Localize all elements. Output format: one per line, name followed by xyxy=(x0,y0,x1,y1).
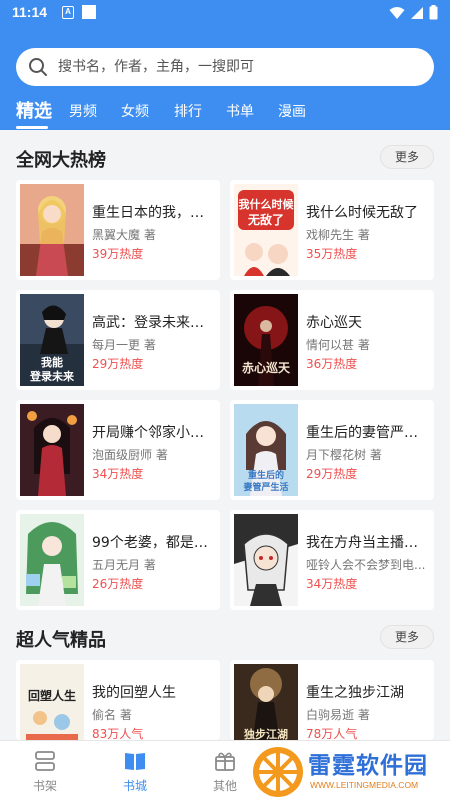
book-cover xyxy=(20,184,84,276)
watermark-url: WWW.LEITINGMEDIA.COM xyxy=(310,780,419,790)
book-title: 赤心巡天 xyxy=(306,315,362,331)
book-title: 我什么时候无敌了 xyxy=(306,205,418,221)
book-title: 重生后的妻管严生... xyxy=(306,425,430,441)
status-bar: 11:14 A xyxy=(0,0,450,26)
book-author: 偷名 著 xyxy=(92,708,132,722)
book-cover: 重生后的 妻管严生活 xyxy=(234,404,298,496)
book-heat: 83万人气 xyxy=(92,727,144,740)
book-author: 泡面级厨师 著 xyxy=(92,448,168,462)
status-time: 11:14 xyxy=(12,4,48,20)
nav-bookshelf[interactable]: 书架 xyxy=(0,741,90,800)
gift-icon xyxy=(215,752,235,771)
tab-male[interactable]: 男频 xyxy=(69,101,97,121)
book-cover: 我什么时候 无敌了 xyxy=(234,184,298,276)
app-notification-icon xyxy=(82,5,96,19)
svg-text:我能: 我能 xyxy=(41,355,63,369)
bookstore-icon xyxy=(125,753,145,770)
nav-bookstore[interactable]: 书城 xyxy=(90,741,180,800)
tab-female[interactable]: 女频 xyxy=(121,101,149,121)
status-icons xyxy=(389,5,438,20)
wifi-icon xyxy=(389,6,405,19)
book-heat: 29万热度 xyxy=(92,357,144,371)
book-cover: 独步江湖 xyxy=(234,664,298,740)
search-bar[interactable] xyxy=(16,48,434,86)
book-card[interactable]: 我什么时候 无敌了 我什么时候无敌了 戏柳先生 著 35万热度 xyxy=(230,180,434,280)
book-author: 情何以甚 著 xyxy=(306,338,370,352)
book-title: 开局赚个邻家小姐... xyxy=(92,425,216,441)
search-input[interactable] xyxy=(58,48,418,86)
more-button-popular[interactable]: 更多 xyxy=(380,625,434,649)
book-card[interactable]: 99个老婆，都是我... 五月无月 著 26万热度 xyxy=(16,510,220,610)
tab-featured[interactable]: 精选 xyxy=(16,97,52,123)
book-author: 哑铃人会不会梦到电... xyxy=(306,558,426,572)
book-cover xyxy=(20,404,84,496)
book-card[interactable]: 开局赚个邻家小姐... 泡面级厨师 著 34万热度 xyxy=(16,400,220,500)
book-title: 重生日本的我，在... xyxy=(92,205,216,221)
book-author: 月下樱花树 著 xyxy=(306,448,382,462)
svg-text:独步江湖: 独步江湖 xyxy=(243,727,288,740)
bookshelf-icon xyxy=(35,751,55,771)
book-heat: 26万热度 xyxy=(92,577,144,591)
book-card[interactable]: 重生后的 妻管严生活 重生后的妻管严生... 月下樱花树 著 29万热度 xyxy=(230,400,434,500)
watermark: 雷霆软件园 WWW.LEITINGMEDIA.COM xyxy=(252,744,448,800)
book-title: 99个老婆，都是我... xyxy=(92,535,216,551)
book-heat: 36万热度 xyxy=(306,357,358,371)
tab-indicator xyxy=(16,126,48,129)
tab-comics[interactable]: 漫画 xyxy=(278,101,306,121)
svg-text:重生后的: 重生后的 xyxy=(248,469,284,481)
book-card[interactable]: 我在方舟当主播，... 哑铃人会不会梦到电... 34万热度 xyxy=(230,510,434,610)
book-author: 每月一更 著 xyxy=(92,338,156,352)
watermark-text: 雷霆软件园 xyxy=(308,753,428,779)
book-heat: 39万热度 xyxy=(92,247,144,261)
svg-text:赤心巡天: 赤心巡天 xyxy=(242,360,291,375)
book-author: 五月无月 著 xyxy=(92,558,156,572)
svg-text:无敌了: 无敌了 xyxy=(247,212,284,227)
battery-icon xyxy=(429,5,438,20)
book-heat: 78万人气 xyxy=(306,727,358,740)
book-cover: 赤心巡天 xyxy=(234,294,298,386)
nav-label: 书城 xyxy=(122,779,147,793)
book-cover xyxy=(20,514,84,606)
tab-booklist[interactable]: 书单 xyxy=(226,101,254,121)
book-card[interactable]: 我能 登录未来 高武：登录未来一... 每月一更 著 29万热度 xyxy=(16,290,220,390)
book-card[interactable]: 独步江湖 重生之独步江湖 白驹易逝 著 78万人气 xyxy=(230,660,434,740)
book-title: 我的回塑人生 xyxy=(92,685,176,701)
section-title-hot: 全网大热榜 xyxy=(16,150,106,171)
header: 精选 男频 女频 排行 书单 漫画 xyxy=(0,26,450,130)
section-title-popular: 超人气精品 xyxy=(16,630,106,651)
book-card[interactable]: 回塑人生 我的回塑人生 偷名 著 83万人气 xyxy=(16,660,220,740)
svg-text:我什么时候: 我什么时候 xyxy=(239,197,295,211)
book-cover: 我能 登录未来 xyxy=(20,294,84,386)
book-heat: 35万热度 xyxy=(306,247,358,261)
category-tabs: 精选 男频 女频 排行 书单 漫画 xyxy=(0,96,450,130)
book-author: 白驹易逝 著 xyxy=(306,708,370,722)
nav-label: 书架 xyxy=(32,779,57,793)
book-author: 黑翼大魔 著 xyxy=(92,228,156,242)
tab-ranking[interactable]: 排行 xyxy=(174,101,202,121)
book-heat: 34万热度 xyxy=(92,467,144,481)
book-title: 我在方舟当主播，... xyxy=(306,535,430,551)
book-author: 戏柳先生 著 xyxy=(306,228,370,242)
book-cover: 回塑人生 xyxy=(20,664,84,740)
book-heat: 34万热度 xyxy=(306,577,358,591)
more-button-hot[interactable]: 更多 xyxy=(380,145,434,169)
book-title: 重生之独步江湖 xyxy=(306,685,404,701)
svg-text:妻管严生活: 妻管严生活 xyxy=(243,481,288,493)
notification-icon: A xyxy=(62,6,74,19)
book-title: 高武：登录未来一... xyxy=(92,315,216,331)
book-cover xyxy=(234,514,298,606)
book-card[interactable]: 重生日本的我，在... 黑翼大魔 著 39万热度 xyxy=(16,180,220,280)
signal-icon xyxy=(411,6,423,19)
svg-text:登录未来: 登录未来 xyxy=(29,369,75,383)
book-heat: 29万热度 xyxy=(306,467,358,481)
svg-text:回塑人生: 回塑人生 xyxy=(28,688,76,703)
watermark-logo-icon xyxy=(253,747,303,797)
search-icon xyxy=(29,58,47,76)
book-card[interactable]: 赤心巡天 赤心巡天 情何以甚 著 36万热度 xyxy=(230,290,434,390)
